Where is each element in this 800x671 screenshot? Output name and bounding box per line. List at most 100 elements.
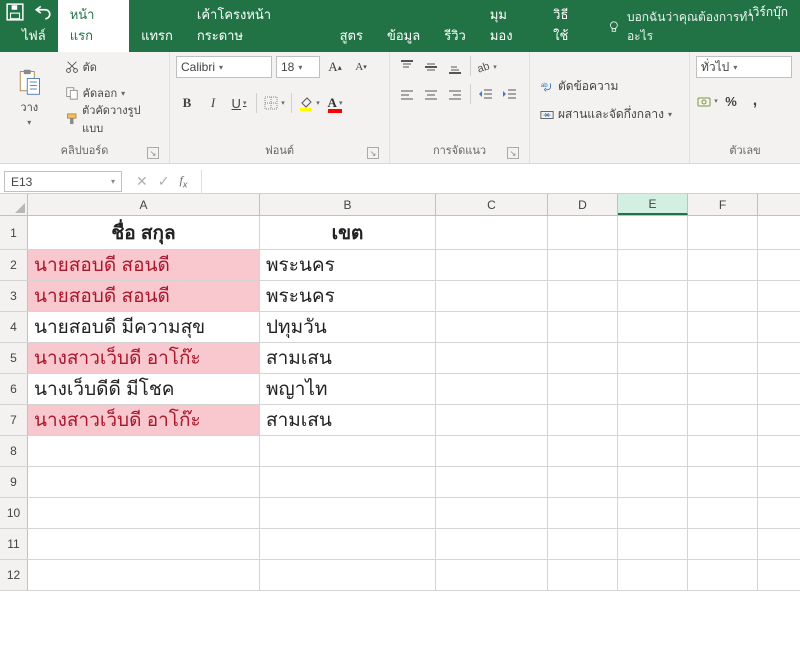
cell-C11[interactable] bbox=[436, 529, 548, 559]
cell-A1[interactable]: ชื่อ สกุล bbox=[28, 216, 260, 249]
cancel-formula-button[interactable]: ✕ bbox=[136, 173, 148, 190]
col-header-D[interactable]: D bbox=[548, 194, 618, 215]
cell-D5[interactable] bbox=[548, 343, 618, 373]
align-middle-button[interactable] bbox=[420, 56, 442, 78]
cell-A8[interactable] bbox=[28, 436, 260, 466]
row-header[interactable]: 11 bbox=[0, 529, 28, 559]
cell-D9[interactable] bbox=[548, 467, 618, 497]
col-header-C[interactable]: C bbox=[436, 194, 548, 215]
row-header[interactable]: 10 bbox=[0, 498, 28, 528]
number-format-combo[interactable]: ทั่วไป▾ bbox=[696, 56, 792, 78]
cell-B9[interactable] bbox=[260, 467, 436, 497]
cell-C5[interactable] bbox=[436, 343, 548, 373]
align-center-button[interactable] bbox=[420, 84, 442, 106]
cell-F6[interactable] bbox=[688, 374, 758, 404]
align-right-button[interactable] bbox=[444, 84, 466, 106]
cell-C3[interactable] bbox=[436, 281, 548, 311]
cell-F8[interactable] bbox=[688, 436, 758, 466]
cell-D4[interactable] bbox=[548, 312, 618, 342]
cell-E7[interactable] bbox=[618, 405, 688, 435]
alignment-dialog-launcher[interactable]: ↘ bbox=[507, 147, 519, 159]
row-header[interactable]: 7 bbox=[0, 405, 28, 435]
cell-F10[interactable] bbox=[688, 498, 758, 528]
cell-C9[interactable] bbox=[436, 467, 548, 497]
cell-D10[interactable] bbox=[548, 498, 618, 528]
tab-view[interactable]: มุมมอง bbox=[478, 0, 541, 52]
cell-C12[interactable] bbox=[436, 560, 548, 590]
cell-F5[interactable] bbox=[688, 343, 758, 373]
bold-button[interactable]: B bbox=[176, 92, 198, 114]
cell-C4[interactable] bbox=[436, 312, 548, 342]
cell-A12[interactable] bbox=[28, 560, 260, 590]
cell-E2[interactable] bbox=[618, 250, 688, 280]
row-header[interactable]: 8 bbox=[0, 436, 28, 466]
tell-me[interactable]: บอกฉันว่าคุณต้องการทำอะไร bbox=[595, 2, 790, 52]
cell-C2[interactable] bbox=[436, 250, 548, 280]
cell-E5[interactable] bbox=[618, 343, 688, 373]
name-box[interactable]: E13 ▾ bbox=[4, 171, 122, 192]
fill-color-button[interactable]: ▾ bbox=[298, 92, 320, 114]
cell-D1[interactable] bbox=[548, 216, 618, 249]
font-dialog-launcher[interactable]: ↘ bbox=[367, 147, 379, 159]
cell-D2[interactable] bbox=[548, 250, 618, 280]
cell-A6[interactable]: นางเว็บดีดี มีโชค bbox=[28, 374, 260, 404]
cell-A3[interactable]: นายสอบดี สอนดี bbox=[28, 281, 260, 311]
clipboard-dialog-launcher[interactable]: ↘ bbox=[147, 147, 159, 159]
cell-E1[interactable] bbox=[618, 216, 688, 249]
col-header-F[interactable]: F bbox=[688, 194, 758, 215]
cell-B8[interactable] bbox=[260, 436, 436, 466]
row-header[interactable]: 4 bbox=[0, 312, 28, 342]
paste-button[interactable]: วาง ▾ bbox=[6, 56, 53, 139]
row-header[interactable]: 9 bbox=[0, 467, 28, 497]
cell-B1[interactable]: เขต bbox=[260, 216, 436, 249]
font-name-combo[interactable]: Calibri▾ bbox=[176, 56, 272, 78]
row-header[interactable]: 6 bbox=[0, 374, 28, 404]
select-all-corner[interactable] bbox=[0, 194, 28, 215]
cell-B3[interactable]: พระนคร bbox=[260, 281, 436, 311]
comma-button[interactable]: , bbox=[744, 90, 766, 112]
italic-button[interactable]: I bbox=[202, 92, 224, 114]
font-color-button[interactable]: A ▾ bbox=[324, 92, 346, 114]
cell-E6[interactable] bbox=[618, 374, 688, 404]
orientation-button[interactable]: ab▾ bbox=[475, 56, 497, 78]
decrease-indent-button[interactable] bbox=[475, 84, 497, 106]
cell-B4[interactable]: ปทุมวัน bbox=[260, 312, 436, 342]
align-bottom-button[interactable] bbox=[444, 56, 466, 78]
cell-D3[interactable] bbox=[548, 281, 618, 311]
cell-C10[interactable] bbox=[436, 498, 548, 528]
grow-font-button[interactable]: A▴ bbox=[324, 56, 346, 78]
cell-B6[interactable]: พญาไท bbox=[260, 374, 436, 404]
cell-E4[interactable] bbox=[618, 312, 688, 342]
tab-formulas[interactable]: สูตร bbox=[328, 19, 375, 52]
cell-F9[interactable] bbox=[688, 467, 758, 497]
cell-D11[interactable] bbox=[548, 529, 618, 559]
cell-B10[interactable] bbox=[260, 498, 436, 528]
cell-A5[interactable]: นางสาวเว็บดี อาโก๊ะ bbox=[28, 343, 260, 373]
fx-icon[interactable]: fx bbox=[179, 173, 187, 189]
merge-center-button[interactable]: ผสานและจัดกึ่งกลาง ▾ bbox=[536, 104, 683, 126]
col-header-B[interactable]: B bbox=[260, 194, 436, 215]
redo-icon[interactable] bbox=[62, 3, 80, 21]
format-painter-button[interactable]: ตัวคัดวางรูปแบบ bbox=[61, 108, 163, 130]
cell-E3[interactable] bbox=[618, 281, 688, 311]
cell-E12[interactable] bbox=[618, 560, 688, 590]
cell-A11[interactable] bbox=[28, 529, 260, 559]
cell-B2[interactable]: พระนคร bbox=[260, 250, 436, 280]
cell-F7[interactable] bbox=[688, 405, 758, 435]
currency-button[interactable]: ▾ bbox=[696, 90, 718, 112]
tab-help[interactable]: วิธีใช้ bbox=[541, 0, 595, 52]
underline-button[interactable]: U▾ bbox=[228, 92, 250, 114]
cell-E9[interactable] bbox=[618, 467, 688, 497]
cell-F4[interactable] bbox=[688, 312, 758, 342]
cut-button[interactable]: ตัด bbox=[61, 56, 163, 78]
row-header[interactable]: 3 bbox=[0, 281, 28, 311]
tab-review[interactable]: รีวิว bbox=[432, 19, 478, 52]
cell-F1[interactable] bbox=[688, 216, 758, 249]
cell-B7[interactable]: สามเสน bbox=[260, 405, 436, 435]
row-header[interactable]: 12 bbox=[0, 560, 28, 590]
col-header-E[interactable]: E bbox=[618, 194, 688, 215]
cell-C1[interactable] bbox=[436, 216, 548, 249]
row-header[interactable]: 1 bbox=[0, 216, 28, 249]
shrink-font-button[interactable]: A▾ bbox=[350, 56, 372, 78]
cell-D7[interactable] bbox=[548, 405, 618, 435]
